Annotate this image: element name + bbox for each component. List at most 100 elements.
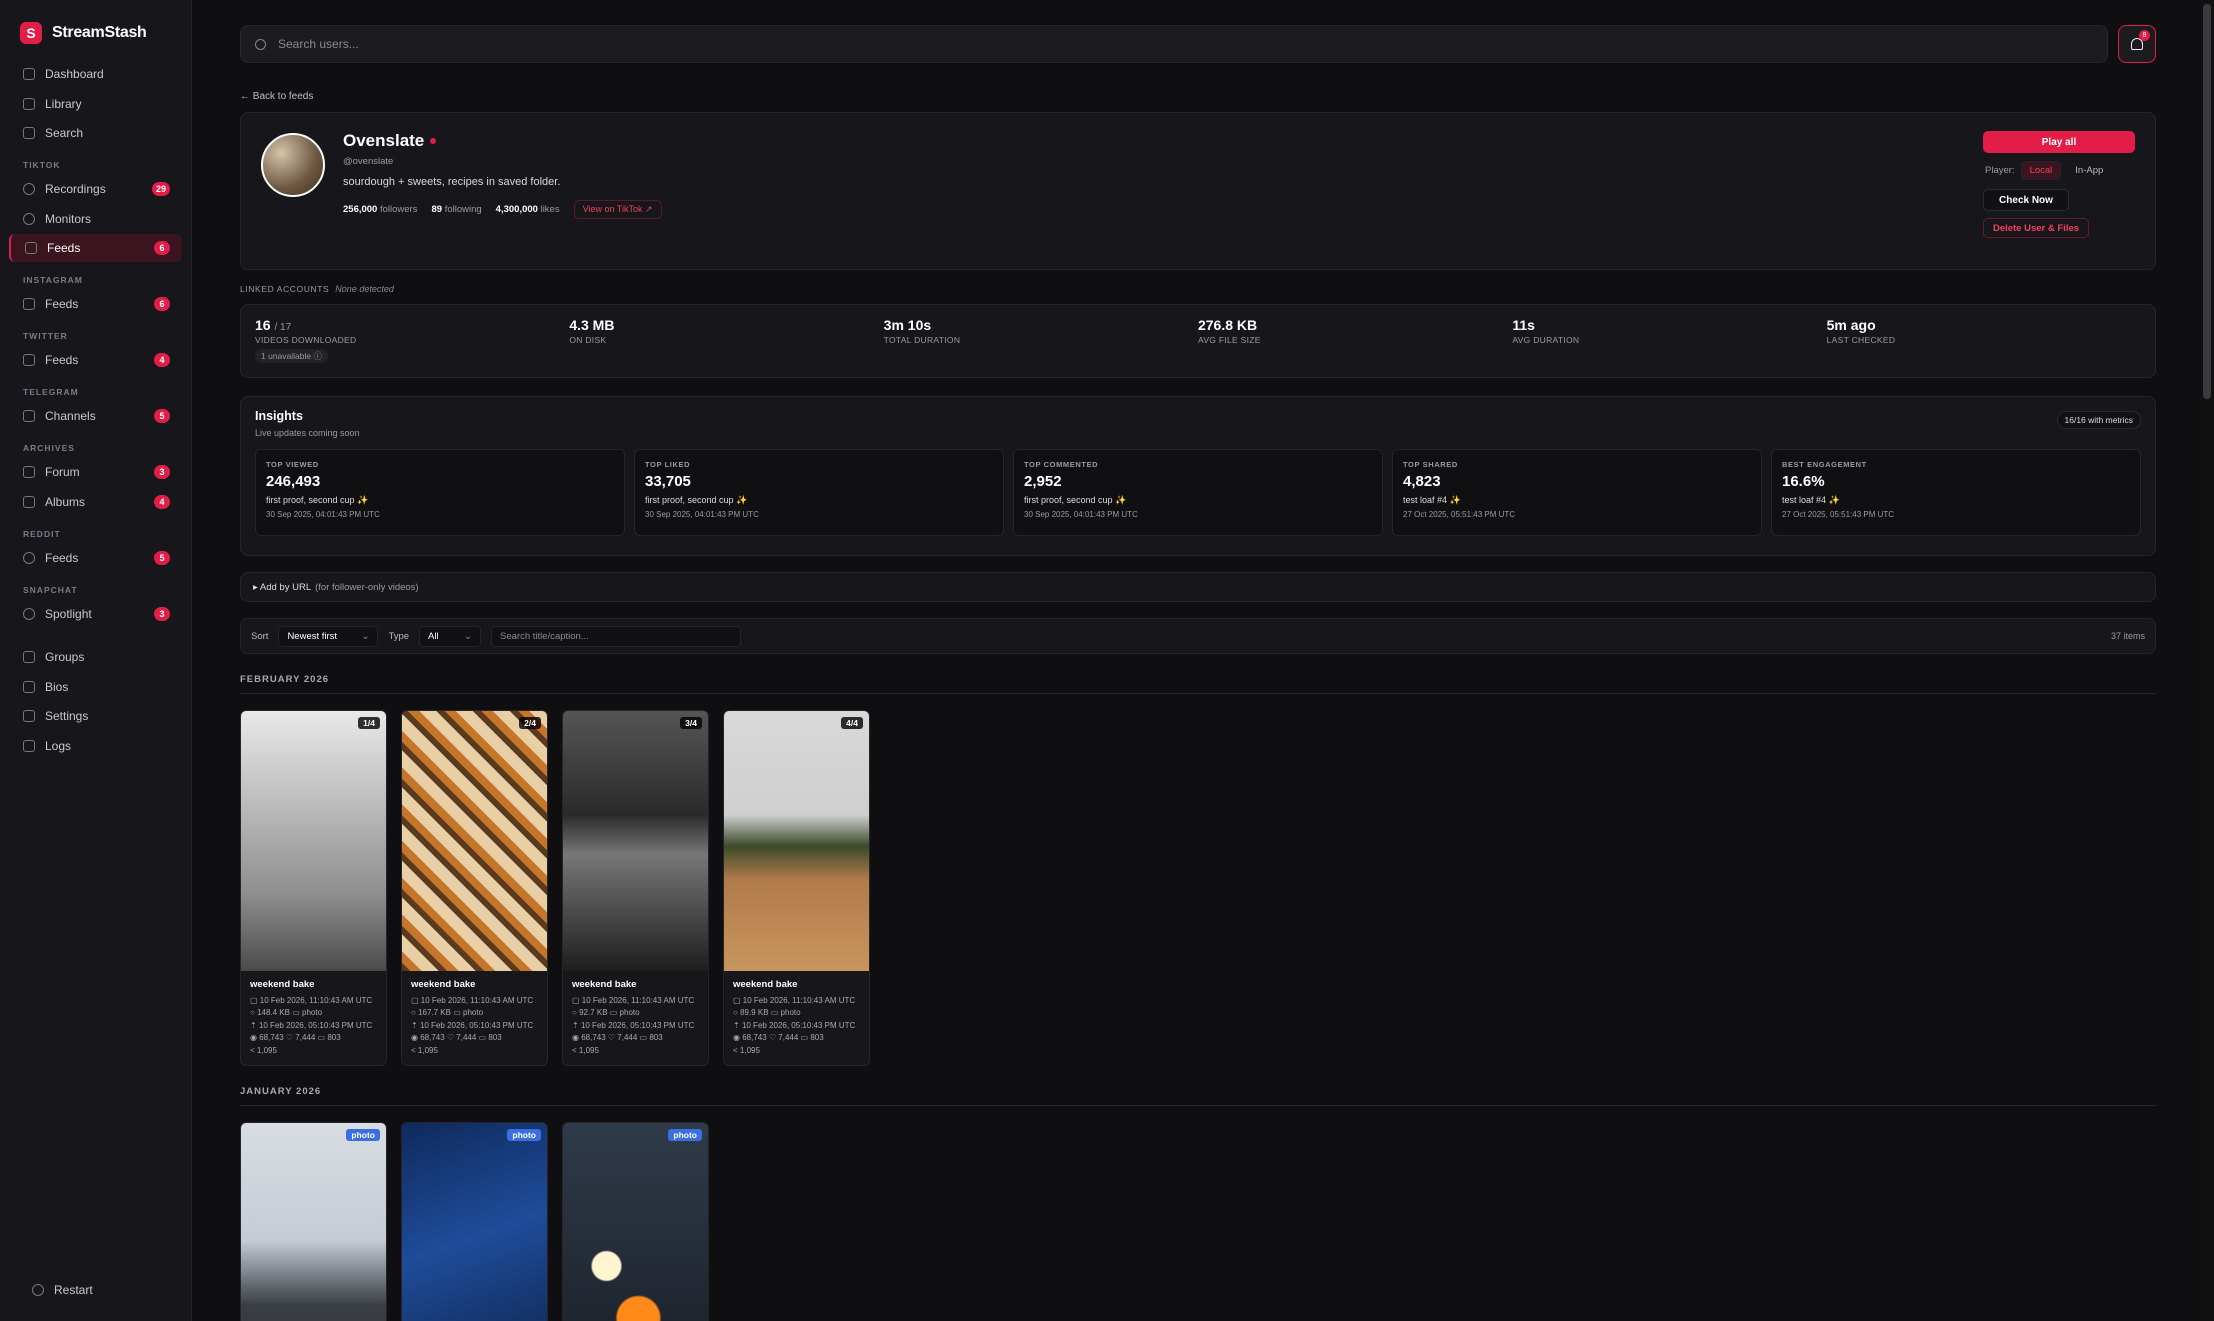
brand[interactable]: S StreamStash: [0, 0, 191, 60]
sidebar-item-settings[interactable]: Settings: [9, 702, 182, 730]
heart-icon: ♡: [766, 1033, 779, 1042]
media-thumbnail[interactable]: photo: [402, 1123, 547, 1321]
profile-card: Ovenslate @ovenslate sourdough + sweets,…: [240, 112, 2156, 270]
media-tile[interactable]: 2/4 weekend bake ▢ 10 Feb 2026, 11:10:43 A…: [401, 710, 548, 1066]
media-thumbnail[interactable]: 2/4: [402, 711, 547, 971]
sidebar-item-feeds[interactable]: Feeds 6: [9, 290, 182, 318]
sidebar-section-label: TWITTER: [23, 331, 68, 341]
upload-icon: ⇡: [411, 1020, 420, 1030]
check-now-button[interactable]: Check Now: [1983, 189, 2069, 211]
media-thumbnail[interactable]: 1/4: [241, 711, 386, 971]
ghost-icon: [23, 607, 35, 620]
media-thumbnail[interactable]: photo: [563, 1123, 708, 1321]
media-engagement-row: ◉ 68,743 ♡ 7,444 ▭ 803: [572, 1033, 663, 1042]
insight-date: 27 Oct 2025, 05:51:43 PM UTC: [1403, 510, 1516, 519]
count-badge: 5: [154, 550, 170, 565]
metric-on-disk: 4.3 MB ON DISK: [569, 317, 883, 365]
media-uploaded-row: ⇡ 10 Feb 2026, 05:10:43 PM UTC: [733, 1020, 856, 1030]
media-tile[interactable]: 1/4 weekend bake ▢ 10 Feb 2026, 11:10:43 A…: [240, 710, 387, 1066]
chevron-down-icon: ⌄: [464, 630, 473, 642]
sidebar-item-feeds[interactable]: Feeds 5: [9, 544, 182, 572]
back-to-feeds-link[interactable]: ← Back to feeds: [240, 91, 2156, 102]
media-thumbnail[interactable]: 3/4: [563, 711, 708, 971]
search-icon: [255, 38, 266, 50]
comment-icon: ▭: [315, 1033, 328, 1042]
delete-user-button[interactable]: Delete User & Files: [1983, 218, 2089, 238]
sidebar-item-logs[interactable]: Logs: [9, 732, 182, 760]
notifications-button[interactable]: 8: [2118, 25, 2156, 63]
media-engagement-row: ◉ 68,743 ♡ 7,444 ▭ 803: [733, 1033, 824, 1042]
media-thumbnail[interactable]: 4/4: [724, 711, 869, 971]
insight-video-title: first proof, second cup ✨: [1024, 495, 1127, 505]
sidebar-item-bios[interactable]: Bios: [9, 673, 182, 701]
player-inapp-option[interactable]: In-App: [2067, 162, 2111, 179]
media-size-row: ○ 148.4 KB ▭ photo: [250, 1008, 323, 1017]
media-thumbnail[interactable]: photo: [241, 1123, 386, 1321]
metric-videos-downloaded: 16 / 17 VIDEOS DOWNLOADED 1 unavailable ⓘ: [255, 317, 569, 365]
media-tile[interactable]: 3/4 weekend bake ▢ 10 Feb 2026, 11:10:43 A…: [562, 710, 709, 1066]
media-shares-row: < 1,095: [733, 1045, 760, 1055]
player-local-option[interactable]: Local: [2020, 161, 2062, 180]
sidebar-item-recordings[interactable]: Recordings 29: [9, 175, 182, 203]
page-scrollbar[interactable]: [2200, 0, 2214, 1321]
sidebar-section-label: TELEGRAM: [23, 387, 79, 397]
user-search[interactable]: [240, 25, 2108, 63]
count-badge: 5: [154, 409, 170, 423]
media-engagement-row: ◉ 68,743 ♡ 7,444 ▭ 803: [411, 1033, 502, 1042]
metric-label: VIDEOS DOWNLOADED: [255, 335, 357, 345]
insight-top-commented[interactable]: TOP COMMENTED 2,952 first proof, second cu…: [1013, 449, 1383, 536]
view-on-tiktok-link[interactable]: View on TikTok ↗: [573, 200, 662, 219]
media-uploaded-row: ⇡ 10 Feb 2026, 05:10:43 PM UTC: [572, 1020, 695, 1030]
sidebar-item-monitors[interactable]: Monitors: [9, 205, 182, 233]
media-tile[interactable]: photo: [240, 1122, 387, 1321]
insight-top-shared[interactable]: TOP SHARED 4,823 test loaf #4 ✨ 27 Oct 2025…: [1392, 449, 1762, 536]
insight-label: BEST ENGAGEMENT: [1782, 460, 1867, 469]
sidebar-item-feeds[interactable]: Feeds 4: [9, 346, 182, 374]
comment-icon: ▭: [798, 1033, 811, 1042]
restart-label: Restart: [54, 1282, 93, 1297]
add-by-url-toggle[interactable]: ▸ Add by URL (for follower-only videos): [240, 572, 2156, 602]
linked-accounts-value: None detected: [335, 284, 394, 294]
live-dot-icon: [430, 138, 437, 144]
media-title: weekend bake: [411, 979, 476, 990]
disk-icon: ○: [733, 1008, 741, 1017]
media-tile[interactable]: photo: [562, 1122, 709, 1321]
insight-date: 30 Sep 2025, 04:01:43 PM UTC: [645, 510, 759, 519]
insight-video-title: test loaf #4 ✨: [1403, 495, 1461, 505]
photo-icon: ▭: [607, 1008, 620, 1017]
sidebar-item-dashboard[interactable]: Dashboard: [9, 60, 182, 88]
sidebar-section-label: ARCHIVES: [23, 443, 75, 453]
type-select[interactable]: All ⌄: [419, 625, 482, 647]
sidebar-item-feeds[interactable]: Feeds 6: [9, 234, 182, 262]
count-badge: 6: [154, 241, 170, 255]
gear-icon: [23, 710, 35, 722]
insights-card: Insights Live updates coming soon 16/16 …: [240, 396, 2156, 556]
unavailable-badge[interactable]: 1 unavailable ⓘ: [255, 349, 328, 363]
sidebar-item-forum[interactable]: Forum 3: [9, 458, 182, 486]
sidebar-item-albums[interactable]: Albums 4: [9, 488, 182, 516]
scrollbar-thumb[interactable]: [2203, 4, 2211, 399]
media-tag-badge: photo: [668, 1129, 702, 1141]
media-tile[interactable]: photo: [401, 1122, 548, 1321]
play-all-button[interactable]: Play all: [1983, 131, 2135, 153]
photo-icon: ▭: [768, 1008, 781, 1017]
reddit-icon: [23, 551, 35, 564]
sort-select[interactable]: Newest first ⌄: [278, 625, 379, 647]
heart-icon: ♡: [605, 1033, 618, 1042]
insight-best-engagement[interactable]: BEST ENGAGEMENT 16.6% test loaf #4 ✨ 27 Oct…: [1771, 449, 2141, 536]
sidebar-item-search[interactable]: Search: [9, 119, 182, 147]
restart-button[interactable]: Restart: [18, 1276, 107, 1304]
linked-accounts-label: LINKED ACCOUNTS: [240, 284, 330, 294]
insight-top-liked[interactable]: TOP LIKED 33,705 first proof, second cup ✨…: [634, 449, 1004, 536]
media-tile[interactable]: 4/4 weekend bake ▢ 10 Feb 2026, 11:10:43 A…: [723, 710, 870, 1066]
sidebar-item-groups[interactable]: Groups: [9, 643, 182, 671]
search-input[interactable]: [278, 37, 878, 51]
insight-top-viewed[interactable]: TOP VIEWED 246,493 first proof, second cup…: [255, 449, 625, 536]
media-grid: 1/4 weekend bake ▢ 10 Feb 2026, 11:10:43 A…: [240, 710, 2156, 1066]
sidebar-item-spotlight[interactable]: Spotlight 3: [9, 600, 182, 628]
caption-search-input[interactable]: Search title/caption...: [491, 625, 742, 647]
upload-icon: ⇡: [733, 1020, 742, 1030]
sidebar-item-channels[interactable]: Channels 5: [9, 402, 182, 430]
media-created-row: ▢ 10 Feb 2026, 11:10:43 AM UTC: [411, 995, 534, 1005]
sidebar-item-library[interactable]: Library: [9, 90, 182, 118]
